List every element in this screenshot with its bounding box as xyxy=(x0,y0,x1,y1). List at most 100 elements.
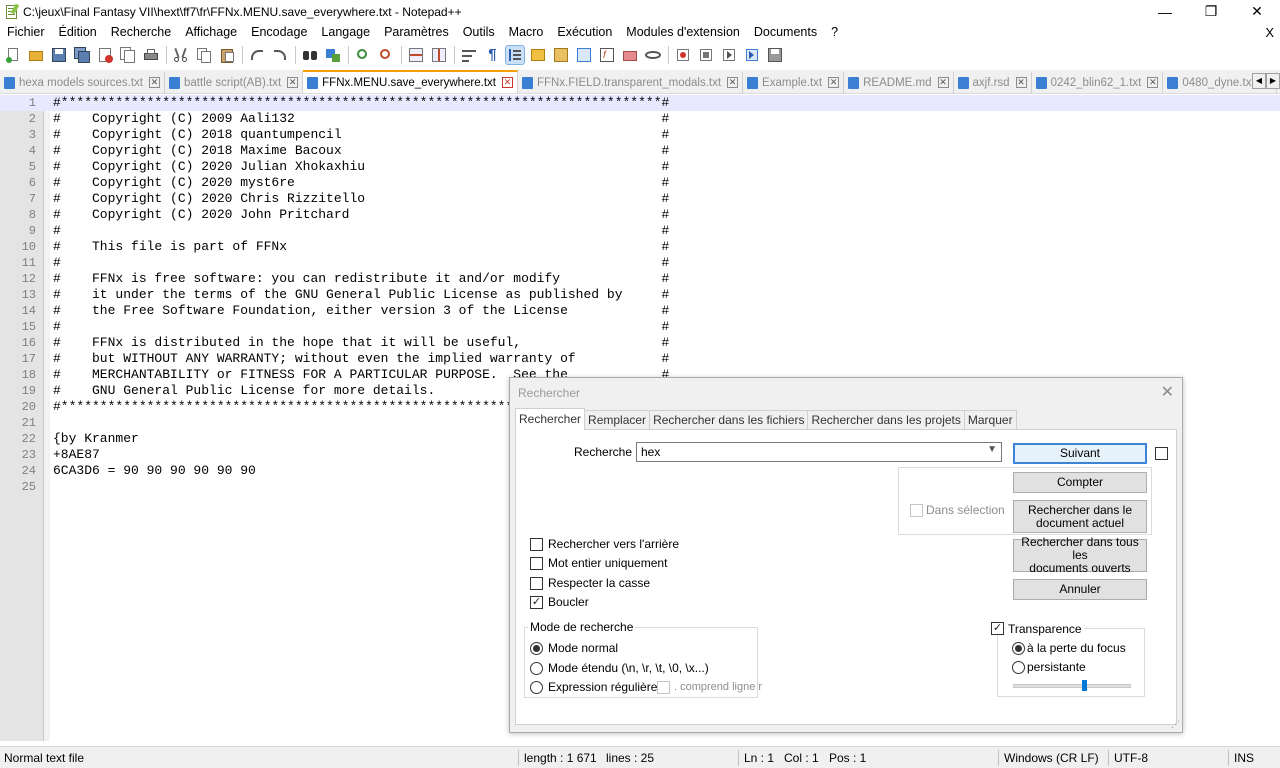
editor-line[interactable]: 6 # Copyright (C) 2020 myst6re # xyxy=(0,175,1280,191)
open-file-icon[interactable] xyxy=(27,46,45,64)
tab-rechercher[interactable]: Rechercher xyxy=(515,408,586,430)
tab-hexa-models-sources[interactable]: hexa models sources.txt ✕ xyxy=(0,72,166,93)
doc-list-icon[interactable] xyxy=(575,46,593,64)
minimize-button[interactable]: — xyxy=(1142,0,1188,23)
editor-line[interactable]: 15 # # xyxy=(0,319,1280,335)
word-wrap-icon[interactable] xyxy=(460,46,478,64)
function-list-icon[interactable]: f xyxy=(598,46,616,64)
tab-find-in-files[interactable]: Rechercher dans les fichiers xyxy=(649,410,809,430)
sync-horizontal-icon[interactable] xyxy=(430,46,448,64)
undo-icon[interactable] xyxy=(248,46,266,64)
find-next-button[interactable]: Suivant xyxy=(1013,443,1147,464)
tab-ffnx-menu-save-everywhere[interactable]: FFNx.MENU.save_everywhere.txt ✕ xyxy=(303,70,518,93)
tab-0242-blin62[interactable]: 0242_blin62_1.txt ✕ xyxy=(1031,72,1164,93)
editor-line[interactable]: 11 # # xyxy=(0,255,1280,271)
tab-find-in-projects[interactable]: Rechercher dans les projets xyxy=(807,410,965,430)
maximize-button[interactable]: ❐ xyxy=(1188,0,1234,23)
transparency-slider-thumb[interactable] xyxy=(1081,680,1087,691)
tab-marquer[interactable]: Marquer xyxy=(963,410,1017,430)
tab-close-icon[interactable]: ✕ xyxy=(287,77,299,88)
menu-parametres[interactable]: Paramètres xyxy=(377,23,456,42)
mode-extended-radio[interactable] xyxy=(530,662,543,675)
count-button[interactable]: Compter xyxy=(1013,472,1147,493)
stop-macro-icon[interactable] xyxy=(697,46,715,64)
tab-scroll-right-icon[interactable]: ▶ xyxy=(1266,73,1280,89)
tab-example[interactable]: Example.txt ✕ xyxy=(743,72,845,93)
menu-affichage[interactable]: Affichage xyxy=(178,23,244,42)
close-button[interactable]: ✕ xyxy=(1234,0,1280,23)
tab-close-icon[interactable]: ✕ xyxy=(1015,77,1027,88)
close-document-button[interactable]: X xyxy=(1265,23,1274,42)
menu-modules[interactable]: Modules d'extension xyxy=(619,23,747,42)
show-all-chars-icon[interactable]: ¶ xyxy=(483,46,501,64)
editor-line[interactable]: 5 # Copyright (C) 2020 Julian Xhokaxhiu # xyxy=(0,159,1280,175)
search-input[interactable]: hex ▼ xyxy=(636,442,1002,462)
tab-remplacer[interactable]: Remplacer xyxy=(584,410,651,430)
save-macro-icon[interactable] xyxy=(766,46,784,64)
editor-line[interactable]: 2 # Copyright (C) 2009 Aali132 # xyxy=(0,111,1280,127)
menu-macro[interactable]: Macro xyxy=(502,23,551,42)
tab-battle-script[interactable]: battle script(AB).txt ✕ xyxy=(165,72,304,93)
editor-line[interactable]: 8 # Copyright (C) 2020 John Pritchard # xyxy=(0,207,1280,223)
editor-line[interactable]: 9 # # xyxy=(0,223,1280,239)
editor-line[interactable]: 13 # it under the terms of the GNU Genera… xyxy=(0,287,1280,303)
dialog-close-icon[interactable]: ✕ xyxy=(1161,382,1174,402)
find-in-current-doc-button[interactable]: Rechercher dans le document actuel xyxy=(1013,500,1147,533)
dot-newline-checkbox[interactable] xyxy=(657,681,670,694)
menu-execution[interactable]: Exécution xyxy=(550,23,619,42)
tab-close-icon[interactable]: ✕ xyxy=(937,77,949,88)
mode-normal-radio[interactable] xyxy=(530,642,543,655)
editor-line[interactable]: 3 # Copyright (C) 2018 quantumpencil # xyxy=(0,127,1280,143)
copy-icon[interactable] xyxy=(195,46,213,64)
save-icon[interactable] xyxy=(50,46,68,64)
wrap-checkbox[interactable]: ✓ xyxy=(530,596,543,609)
tab-scroll-left-icon[interactable]: ◀ xyxy=(1252,73,1266,89)
find-in-all-docs-button[interactable]: Rechercher dans tous les documents ouver… xyxy=(1013,536,1147,575)
editor-line[interactable]: 17 # but WITHOUT ANY WARRANTY; without ev… xyxy=(0,351,1280,367)
redo-icon[interactable] xyxy=(271,46,289,64)
menu-encodage[interactable]: Encodage xyxy=(244,23,314,42)
play-multiple-macro-icon[interactable] xyxy=(743,46,761,64)
whole-word-checkbox[interactable] xyxy=(530,557,543,570)
in-selection-checkbox[interactable] xyxy=(910,504,923,517)
play-macro-icon[interactable] xyxy=(720,46,738,64)
transparency-slider[interactable] xyxy=(1013,684,1131,688)
save-all-icon[interactable] xyxy=(73,46,91,64)
menu-edition[interactable]: Édition xyxy=(52,23,104,42)
editor-line[interactable]: 4 # Copyright (C) 2018 Maxime Bacoux # xyxy=(0,143,1280,159)
tab-ffnx-field-transparent-modals[interactable]: FFNx.FIELD.transparent_modals.txt ✕ xyxy=(517,72,744,93)
language-icon[interactable] xyxy=(529,46,547,64)
cut-icon[interactable] xyxy=(172,46,190,64)
backward-checkbox[interactable] xyxy=(530,538,543,551)
folder-workspace-icon[interactable] xyxy=(621,46,639,64)
on-lose-focus-radio[interactable] xyxy=(1012,642,1025,655)
two-buttons-checkbox[interactable] xyxy=(1155,447,1168,460)
tab-close-icon[interactable]: ✕ xyxy=(501,77,513,88)
tab-close-icon[interactable]: ✕ xyxy=(1147,77,1159,88)
editor-line[interactable]: 14 # the Free Software Foundation, either… xyxy=(0,303,1280,319)
paste-icon[interactable] xyxy=(218,46,236,64)
tab-close-icon[interactable]: ✕ xyxy=(149,77,161,88)
menu-documents[interactable]: Documents xyxy=(747,23,824,42)
always-radio[interactable] xyxy=(1012,661,1025,674)
replace-icon[interactable] xyxy=(324,46,342,64)
chevron-down-icon[interactable]: ▼ xyxy=(987,444,997,455)
print-icon[interactable] xyxy=(142,46,160,64)
menu-fichier[interactable]: Fichier xyxy=(0,23,52,42)
editor-line[interactable]: 10 # This file is part of FFNx # xyxy=(0,239,1280,255)
mode-regex-radio[interactable] xyxy=(530,681,543,694)
editor-line[interactable]: 16 # FFNx is distributed in the hope that… xyxy=(0,335,1280,351)
editor-line[interactable]: 12 # FFNx is free software: you can redis… xyxy=(0,271,1280,287)
close-all-icon[interactable] xyxy=(119,46,137,64)
find-icon[interactable] xyxy=(301,46,319,64)
tab-readme[interactable]: README.md ✕ xyxy=(844,72,954,93)
resize-grip-icon[interactable]: ⋰ xyxy=(1171,719,1180,730)
close-file-icon[interactable] xyxy=(96,46,114,64)
indent-guide-icon[interactable] xyxy=(505,45,525,65)
editor-line[interactable]: 1 #**************************************… xyxy=(0,95,1280,111)
tab-axjf-rsd[interactable]: axjf.rsd ✕ xyxy=(953,72,1032,93)
doc-map-icon[interactable] xyxy=(552,46,570,64)
transparency-checkbox[interactable]: ✓ xyxy=(991,622,1004,635)
menu-recherche[interactable]: Recherche xyxy=(104,23,178,42)
tab-close-icon[interactable]: ✕ xyxy=(828,77,840,88)
